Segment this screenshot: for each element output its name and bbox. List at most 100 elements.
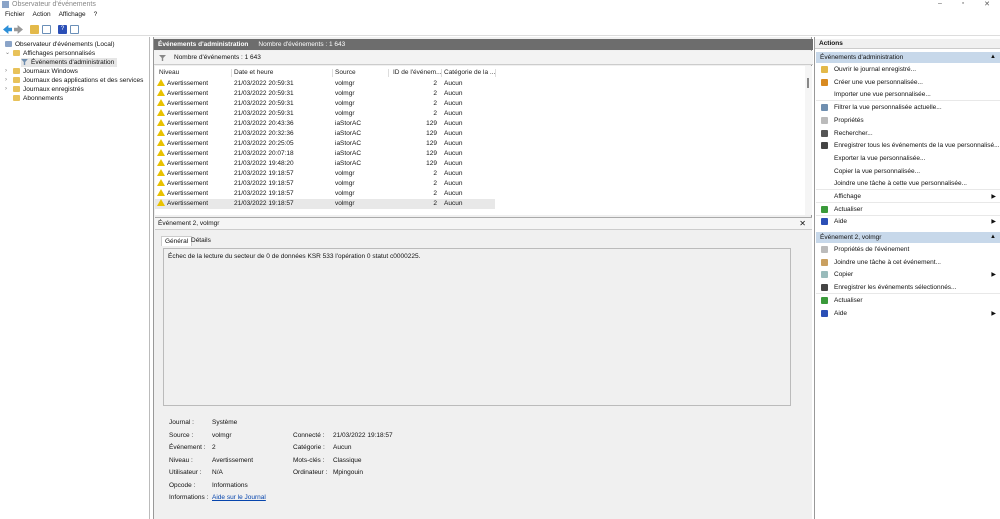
action-item[interactable]: Propriétés	[816, 115, 1000, 127]
collapsed-chevron-icon[interactable]: ›	[5, 67, 7, 76]
console-tree-icon[interactable]	[42, 25, 51, 34]
tree-admin-events[interactable]: Événements d'administration	[21, 58, 118, 67]
column-header-level[interactable]: Niveau	[159, 68, 179, 78]
expanded-chevron-icon[interactable]: ⌄	[5, 49, 10, 58]
table-row[interactable]: Avertissement 21/03/2022 19:18:57 volmgr…	[155, 189, 495, 199]
action-item[interactable]: Enregistrer les événements sélectionnés.…	[816, 282, 1000, 295]
column-header-category[interactable]: Catégorie de la ...	[444, 68, 495, 78]
action-item[interactable]: Copier la vue personnalisée...	[816, 166, 1000, 178]
action-item[interactable]: Affichage ▶	[816, 191, 1000, 203]
action-item[interactable]: Aide ▶	[816, 216, 1000, 228]
help-link[interactable]: Aide sur le Journal	[212, 494, 266, 501]
table-row[interactable]: Avertissement 21/03/2022 19:18:57 volmgr…	[155, 179, 495, 189]
table-row[interactable]: Avertissement 21/03/2022 20:07:18 iaStor…	[155, 149, 495, 159]
folder-up-icon[interactable]	[30, 25, 39, 34]
tree-root[interactable]: Observateur d'événements (Local)	[5, 40, 115, 49]
action-item[interactable]: Ouvrir le journal enregistré...	[816, 64, 1000, 76]
label-source: Source :	[169, 431, 194, 439]
cell-category: Aucun	[444, 170, 463, 177]
table-row[interactable]: Avertissement 21/03/2022 19:48:20 iaStor…	[155, 159, 495, 169]
label-level: Niveau :	[169, 456, 193, 464]
forward-icon[interactable]	[14, 25, 23, 34]
cell-level: Avertissement	[167, 80, 209, 87]
cell-event-id: 129	[426, 120, 437, 127]
action-item[interactable]: Joindre une tâche à cet événement...	[816, 257, 1000, 269]
tree-windows-logs[interactable]: › Journaux Windows	[5, 67, 78, 76]
action-item[interactable]: Actualiser	[816, 295, 1000, 307]
collapse-icon[interactable]: ▲	[990, 232, 996, 243]
table-row[interactable]: Avertissement 21/03/2022 20:32:36 iaStor…	[155, 129, 495, 139]
vertical-scrollbar[interactable]	[805, 66, 812, 215]
back-icon[interactable]	[3, 25, 12, 34]
warning-icon	[157, 109, 167, 119]
value-journal: Système	[212, 419, 238, 426]
collapsed-chevron-icon[interactable]: ›	[5, 85, 7, 94]
pane-header: Événements d'administration Nombre d'évén…	[154, 39, 813, 50]
help-icon[interactable]: ?	[58, 25, 67, 34]
table-row[interactable]: Avertissement 21/03/2022 20:59:31 volmgr…	[155, 109, 495, 119]
menu-affichage[interactable]: Affichage	[59, 11, 86, 18]
action-item[interactable]: Enregistrer tous les événements de la vu…	[816, 140, 1000, 152]
action-item[interactable]: Rechercher...	[816, 128, 1000, 140]
action-item[interactable]: Exporter la vue personnalisée...	[816, 153, 1000, 165]
table-row[interactable]: Avertissement 21/03/2022 20:59:31 volmgr…	[155, 79, 495, 89]
value-category: Aucun	[333, 444, 352, 451]
close-icon[interactable]: ✕	[799, 218, 806, 230]
scrollbar-thumb[interactable]	[807, 78, 809, 88]
menu-fichier[interactable]: Fichier	[5, 11, 25, 18]
action-item[interactable]: Créer une vue personnalisée...	[816, 77, 1000, 89]
maximize-button[interactable]: ▫	[953, 0, 973, 10]
detail-header: Événement 2, volmgr ✕	[155, 218, 812, 230]
table-row[interactable]: Avertissement 21/03/2022 19:18:57 volmgr…	[155, 169, 495, 179]
table-row[interactable]: Avertissement 21/03/2022 20:59:31 volmgr…	[155, 89, 495, 99]
collapsed-chevron-icon[interactable]: ›	[5, 76, 7, 85]
value-computer: Mpingouin	[333, 469, 363, 476]
tree-app-logs[interactable]: › Journaux des applications et des servic…	[5, 76, 143, 85]
column-header-event-id[interactable]: ID de l'événem...	[393, 68, 442, 78]
properties-icon	[821, 246, 828, 253]
cell-event-id: 2	[433, 110, 437, 117]
cell-category: Aucun	[444, 90, 463, 97]
table-row[interactable]: Avertissement 21/03/2022 20:25:05 iaStor…	[155, 139, 495, 149]
cell-event-id: 129	[426, 160, 437, 167]
cell-event-id: 129	[426, 130, 437, 137]
create-view-icon	[821, 78, 828, 86]
collapse-icon[interactable]: ▲	[990, 52, 996, 63]
cell-level: Avertissement	[167, 190, 209, 197]
action-item[interactable]: Actualiser	[816, 204, 1000, 216]
actions-section-event[interactable]: Événement 2, volmgr ▲	[816, 232, 1000, 243]
label-event: Événement :	[169, 444, 206, 451]
column-header-date[interactable]: Date et heure	[234, 68, 273, 78]
table-row[interactable]: Avertissement 21/03/2022 19:18:57 volmgr…	[155, 199, 495, 209]
warning-icon	[157, 139, 167, 149]
action-item[interactable]: Joindre une tâche à cette vue personnali…	[816, 178, 1000, 191]
cell-date: 21/03/2022 19:48:20	[234, 160, 294, 167]
tree-custom-views[interactable]: ⌄ Affichages personnalisés	[5, 49, 95, 58]
action-item[interactable]: Copier ▶	[816, 269, 1000, 281]
table-row[interactable]: Avertissement 21/03/2022 20:43:36 iaStor…	[155, 119, 495, 129]
value-source: volmgr	[212, 431, 232, 439]
close-button[interactable]: ✕	[977, 0, 997, 10]
tab-details[interactable]: Détails	[188, 236, 214, 246]
actions-section-admin-events[interactable]: Événements d'administration ▲	[816, 52, 1000, 63]
action-item[interactable]: Propriétés de l'événement	[816, 244, 1000, 256]
window-title: Observateur d'événements	[12, 1, 96, 8]
cell-level: Avertissement	[167, 160, 209, 167]
tree-subscriptions[interactable]: Abonnements	[13, 94, 63, 103]
tree-saved-logs[interactable]: › Journaux enregistrés	[5, 85, 84, 94]
minimize-button[interactable]: –	[930, 0, 950, 10]
action-item[interactable]: Filtrer la vue personnalisée actuelle...	[816, 102, 1000, 114]
copy-icon	[821, 271, 828, 279]
cell-event-id: 129	[426, 140, 437, 147]
warning-icon	[157, 199, 167, 209]
action-item[interactable]: Importer une vue personnalisée...	[816, 89, 1000, 102]
cell-level: Avertissement	[167, 180, 209, 187]
action-item[interactable]: Aide ▶	[816, 308, 1000, 320]
toolbar: ?	[0, 23, 1000, 36]
menu-action[interactable]: Action	[33, 11, 51, 18]
action-pane-icon[interactable]	[70, 25, 79, 34]
table-row[interactable]: Avertissement 21/03/2022 20:59:31 volmgr…	[155, 99, 495, 109]
menu-help[interactable]: ?	[94, 11, 98, 18]
column-header-source[interactable]: Source	[335, 68, 356, 78]
warning-icon	[157, 179, 167, 189]
